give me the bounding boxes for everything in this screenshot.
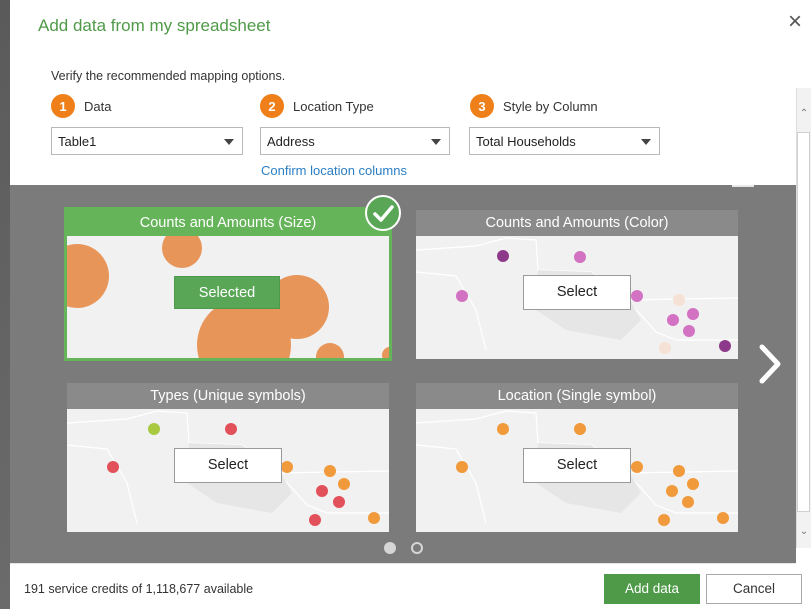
instruction-text: Verify the recommended mapping options. bbox=[51, 69, 286, 83]
card-types-unique[interactable]: Types (Unique symbols) Select bbox=[67, 383, 389, 532]
card-title: Counts and Amounts (Size) bbox=[67, 210, 389, 236]
location-type-value: Address bbox=[267, 134, 315, 149]
step-location-type: 2 Location Type bbox=[260, 94, 374, 118]
card-counts-size[interactable]: Counts and Amounts (Size) Selected bbox=[64, 207, 392, 361]
scroll-up-icon[interactable]: ⌃ bbox=[797, 108, 811, 122]
card-title: Counts and Amounts (Color) bbox=[416, 210, 738, 236]
numbered-badge-icon: 1 bbox=[51, 94, 75, 118]
selected-button[interactable]: Selected bbox=[174, 276, 280, 309]
footer-divider bbox=[10, 563, 796, 564]
page-dot-1[interactable] bbox=[384, 542, 396, 554]
chevron-down-icon bbox=[641, 139, 651, 145]
cancel-button[interactable]: Cancel bbox=[706, 574, 802, 604]
visualization-gallery: Counts and Amounts (Size) Selected Count… bbox=[10, 185, 796, 563]
chevron-down-icon bbox=[431, 139, 441, 145]
numbered-badge-icon: 2 bbox=[260, 94, 284, 118]
step-data: 1 Data bbox=[51, 94, 111, 118]
check-icon bbox=[365, 195, 401, 231]
page-dot-2[interactable] bbox=[411, 542, 423, 554]
add-data-button[interactable]: Add data bbox=[604, 574, 700, 604]
data-table-value: Table1 bbox=[58, 134, 97, 149]
step-style-by-column: 3 Style by Column bbox=[470, 94, 598, 118]
select-button[interactable]: Select bbox=[523, 448, 631, 483]
card-title: Location (Single symbol) bbox=[416, 383, 738, 409]
card-counts-color[interactable]: Counts and Amounts (Color) Select bbox=[416, 210, 738, 359]
numbered-badge-icon: 3 bbox=[470, 94, 494, 118]
gallery-corner bbox=[732, 185, 754, 187]
data-table-dropdown[interactable]: Table1 bbox=[51, 127, 243, 155]
style-by-column-dropdown[interactable]: Total Households bbox=[469, 127, 660, 155]
step-label-style-by-column: Style by Column bbox=[503, 98, 598, 114]
select-button[interactable]: Select bbox=[174, 448, 282, 483]
close-icon[interactable]: × bbox=[788, 10, 802, 34]
service-credits-text: 191 service credits of 1,118,677 availab… bbox=[24, 582, 254, 596]
select-button[interactable]: Select bbox=[523, 275, 631, 310]
location-type-dropdown[interactable]: Address bbox=[260, 127, 450, 155]
style-by-column-value: Total Households bbox=[476, 134, 576, 149]
scroll-down-icon[interactable]: ⌄ bbox=[797, 526, 811, 540]
dialog-title: Add data from my spreadsheet bbox=[38, 16, 271, 35]
chevron-right-icon[interactable] bbox=[755, 341, 785, 387]
chevron-down-icon bbox=[224, 139, 234, 145]
step-label-data: Data bbox=[84, 98, 112, 114]
confirm-location-columns-link[interactable]: Confirm location columns bbox=[261, 163, 407, 178]
card-location-single[interactable]: Location (Single symbol) Select bbox=[416, 383, 738, 532]
add-data-dialog: Add data from my spreadsheet × Verify th… bbox=[10, 0, 811, 609]
card-title: Types (Unique symbols) bbox=[67, 383, 389, 409]
scrollbar-thumb[interactable] bbox=[797, 132, 810, 512]
step-label-location-type: Location Type bbox=[293, 98, 374, 114]
